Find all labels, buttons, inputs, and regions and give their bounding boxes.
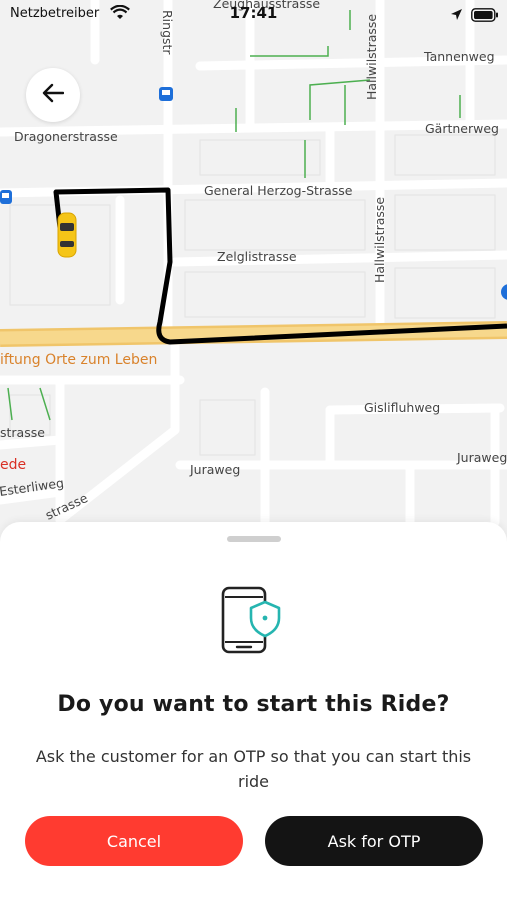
street-label-hallwilstrasse: Hallwilstrasse <box>372 197 387 283</box>
start-ride-sheet: Do you want to start this Ride? Ask the … <box>0 522 507 900</box>
street-label-dragonerstrasse: Dragonerstrasse <box>14 129 118 144</box>
poi-label-stiftung[interactable]: iftung Orte zum Leben <box>0 352 157 368</box>
battery-icon <box>471 7 499 26</box>
street-label-gaertnerweg: Gärtnerweg <box>425 121 499 136</box>
status-bar: Netzbetreiber 17:41 <box>0 0 507 28</box>
street-label-zelglistrasse: Zelglistrasse <box>217 249 297 264</box>
status-time: 17:41 <box>229 4 278 22</box>
phone-shield-icon <box>219 586 285 661</box>
bus-stop-icon[interactable] <box>159 87 173 101</box>
street-label-tannenweg: Tannenweg <box>423 49 495 64</box>
back-button[interactable] <box>26 68 80 122</box>
ask-for-otp-button[interactable]: Ask for OTP <box>265 816 483 866</box>
taxi-car-icon[interactable] <box>57 212 77 258</box>
location-arrow-icon <box>450 6 463 25</box>
street-label-strasse-left: strasse <box>0 425 45 440</box>
arrow-left-icon <box>42 83 65 108</box>
cancel-button[interactable]: Cancel <box>25 816 243 866</box>
street-label-general-herzog: General Herzog-Strasse <box>204 183 353 198</box>
sheet-subtitle: Ask the customer for an OTP so that you … <box>35 747 472 791</box>
street-label-juraweg: Juraweg <box>189 462 240 477</box>
street-label-gislifluhweg: Gislifluhweg <box>364 400 440 415</box>
sheet-drag-handle[interactable] <box>227 536 281 542</box>
sheet-title: Do you want to start this Ride? <box>57 692 450 717</box>
street-label-juraweg-right: Juraweg <box>456 450 507 465</box>
poi-label-ede[interactable]: ede <box>0 457 26 473</box>
bus-stop-icon[interactable] <box>0 190 12 204</box>
